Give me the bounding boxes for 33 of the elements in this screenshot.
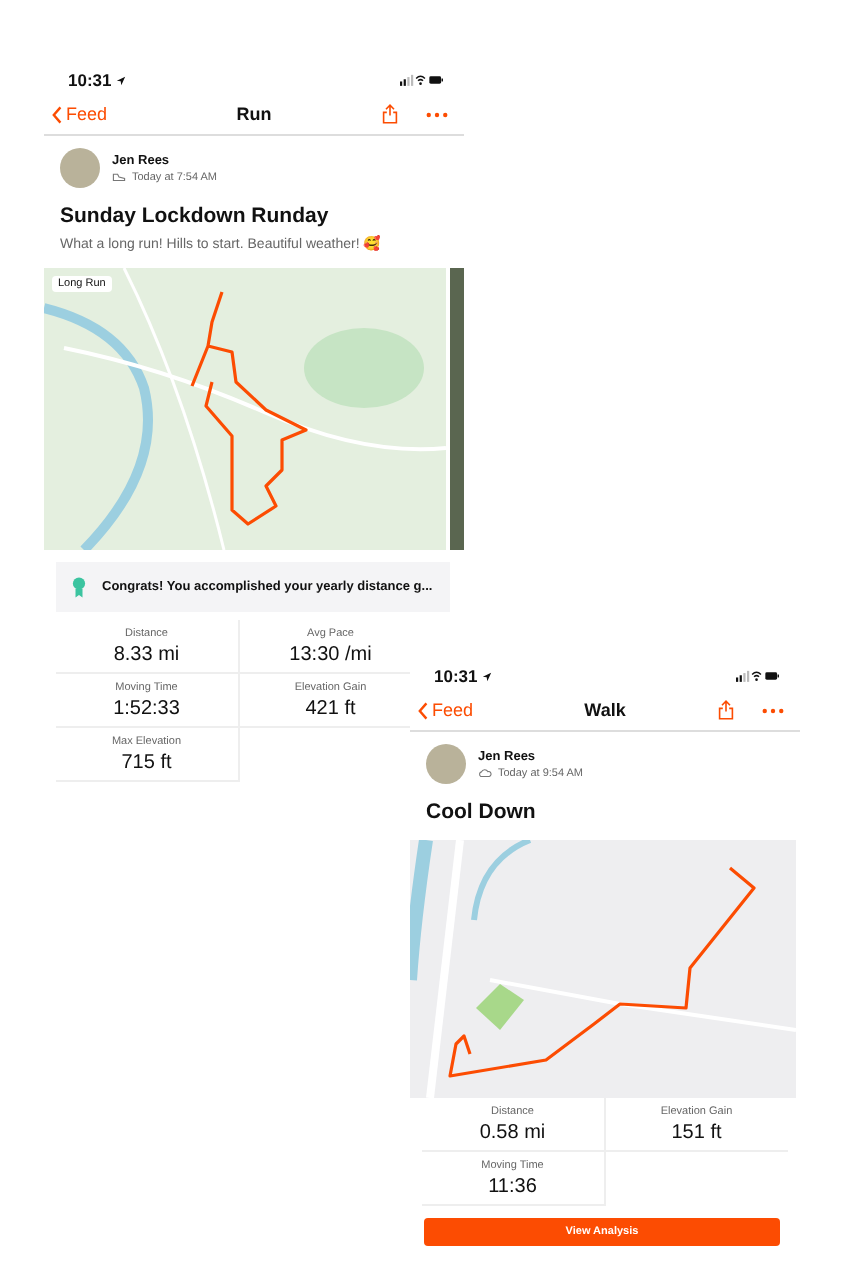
chevron-left-icon bbox=[52, 105, 62, 123]
more-icon[interactable] bbox=[762, 707, 784, 713]
shoe-icon bbox=[112, 172, 126, 182]
stat-value: 715 ft bbox=[121, 752, 172, 774]
chevron-left-icon bbox=[418, 701, 428, 719]
stat-value: 1:52:33 bbox=[113, 698, 180, 720]
woodland bbox=[304, 328, 424, 408]
activity-title: Sunday Lockdown Runday bbox=[58, 202, 331, 232]
stat-value: 11:36 bbox=[488, 1176, 537, 1198]
status-time: 10:31 bbox=[68, 70, 112, 90]
status-icons bbox=[400, 74, 444, 86]
share-icon[interactable] bbox=[382, 104, 398, 124]
status-icons bbox=[736, 670, 780, 682]
more-icon[interactable] bbox=[426, 111, 448, 117]
stat-value: 421 ft bbox=[305, 698, 356, 720]
river bbox=[410, 840, 433, 981]
avatar[interactable] bbox=[426, 744, 466, 784]
activity-title: Cool Down bbox=[424, 798, 538, 828]
stream bbox=[471, 840, 532, 921]
stat-value: 151 ft bbox=[671, 1122, 722, 1144]
screen-title: Walk bbox=[584, 700, 626, 720]
medal-icon bbox=[72, 576, 86, 598]
screen-title: Run bbox=[236, 104, 272, 124]
avatar[interactable] bbox=[60, 148, 100, 188]
stat-value: 8.33 mi bbox=[113, 644, 180, 666]
share-icon[interactable] bbox=[718, 700, 734, 720]
location-arrow-icon bbox=[481, 671, 492, 681]
status-time: 10:31 bbox=[434, 666, 478, 686]
stat-value: 0.58 mi bbox=[479, 1122, 546, 1144]
sports-field bbox=[476, 984, 524, 1030]
stat-value: 13:30 /mi bbox=[289, 644, 372, 666]
location-arrow-icon bbox=[115, 75, 126, 85]
cloud-icon bbox=[478, 768, 492, 778]
